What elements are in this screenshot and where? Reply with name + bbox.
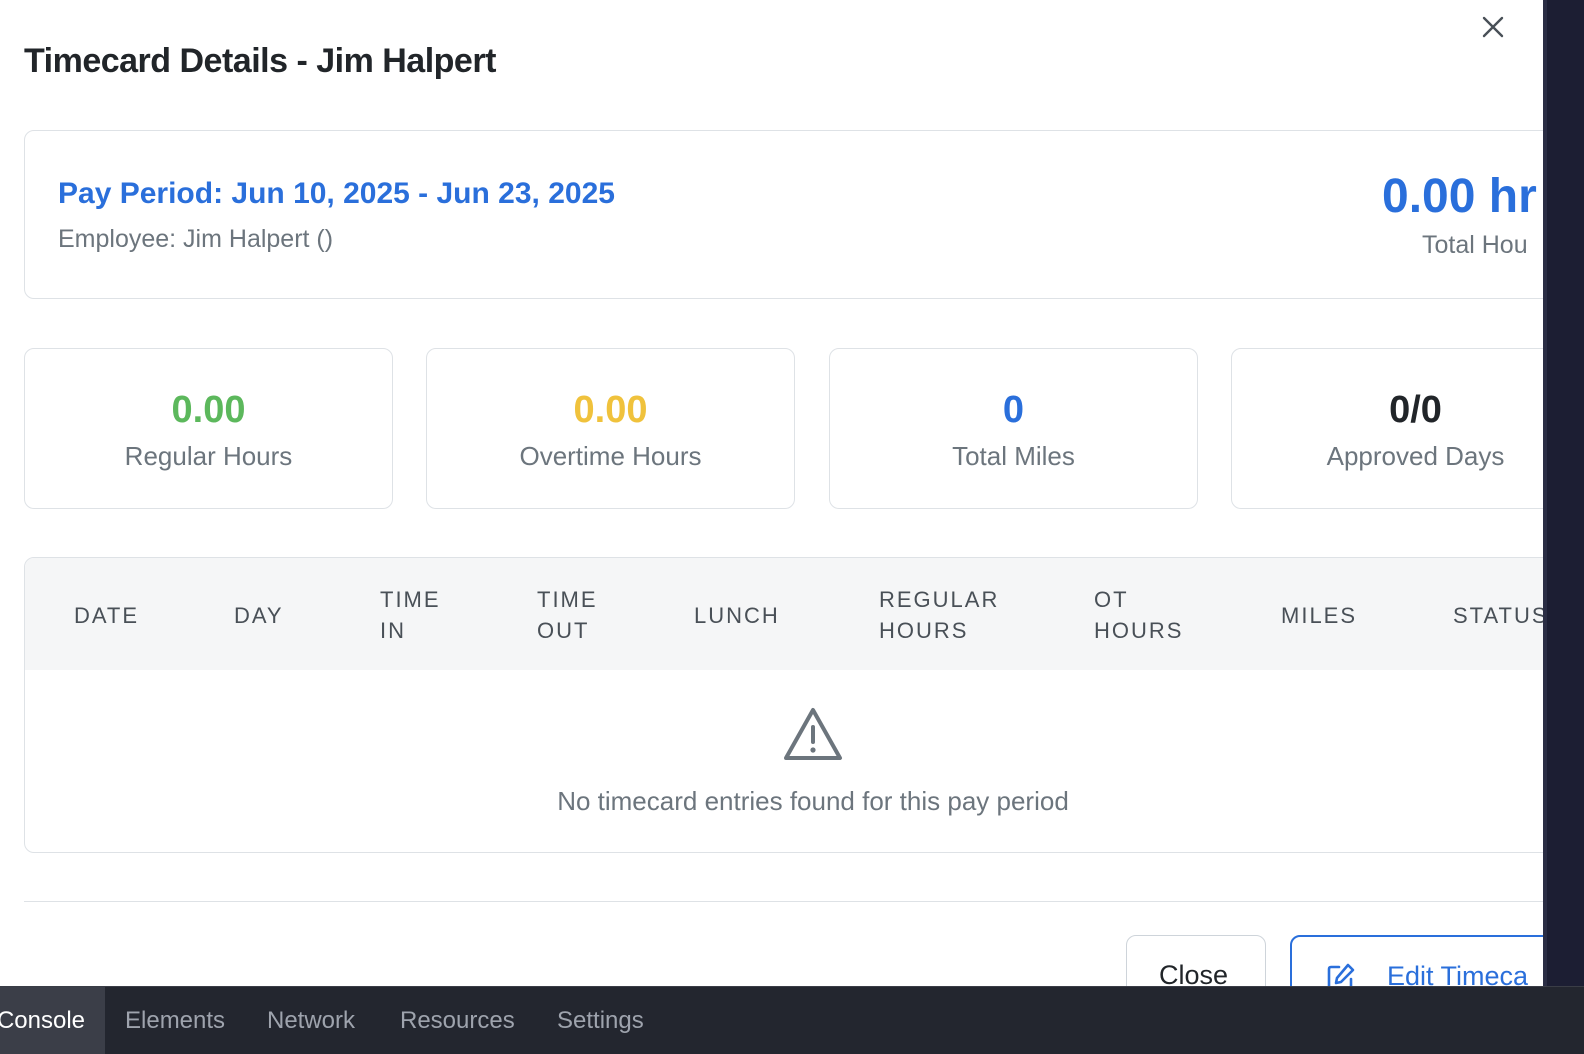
stat-label: Total Miles <box>952 441 1075 471</box>
devtools-tab-network[interactable]: Network <box>267 987 355 1054</box>
column-header-status: STATUS <box>1453 603 1543 628</box>
stat-value: 0 <box>1002 389 1025 431</box>
column-header-time-out: TIME OUT <box>537 587 598 643</box>
table-header: DATE DAY TIME IN TIME OUT LUNCH REGULAR HOU… <box>25 558 1543 670</box>
empty-state-message: No timecard entries found for this pay p… <box>557 786 1069 816</box>
close-button-label: Close <box>1159 960 1229 986</box>
stat-label: Overtime Hours <box>519 441 702 471</box>
devtools-tab-console[interactable]: Console <box>0 987 105 1054</box>
column-header-ot-hours: OT HOURS <box>1094 587 1184 643</box>
column-header-lunch: LUNCH <box>694 603 780 628</box>
edit-timecard-button[interactable]: Edit Timeca <box>1290 935 1543 986</box>
stat-label: Approved Days <box>1326 441 1505 471</box>
stat-label: Regular Hours <box>124 441 293 471</box>
stat-value: 0/0 <box>1389 389 1442 431</box>
footer-divider <box>24 901 1543 902</box>
column-header-date: DATE <box>74 603 140 628</box>
column-header-regular-hours: REGULAR HOURS <box>879 587 1000 643</box>
stat-card-overtime-hours: 0.00 Overtime Hours <box>426 348 795 509</box>
employee-label: Employee: Jim Halpert () <box>58 225 334 253</box>
column-header-miles: MILES <box>1281 603 1358 628</box>
modal-title: Timecard Details - Jim Halpert <box>24 42 496 80</box>
total-hours-value: 0.00 hr <box>1382 170 1537 223</box>
column-header-day: DAY <box>234 603 284 628</box>
stat-card-total-miles: 0 Total Miles <box>829 348 1198 509</box>
warning-triangle-icon <box>782 706 844 764</box>
edit-pencil-icon <box>1325 961 1357 986</box>
modal-backdrop <box>1543 0 1584 986</box>
stat-value: 0.00 <box>573 389 648 431</box>
total-hours-label: Total Hou <box>1422 231 1528 259</box>
devtools-bar: Console Elements Network Resources Setti… <box>0 986 1584 1054</box>
close-button[interactable]: Close <box>1126 935 1266 986</box>
pay-period-title: Pay Period: Jun 10, 2025 - Jun 23, 2025 <box>58 177 615 210</box>
edit-timecard-label: Edit Timeca <box>1387 961 1529 986</box>
stat-value: 0.00 <box>171 389 246 431</box>
stat-card-approved-days: 0/0 Approved Days <box>1231 348 1543 509</box>
devtools-tab-resources[interactable]: Resources <box>400 987 515 1054</box>
column-header-time-in: TIME IN <box>380 587 441 643</box>
devtools-tab-elements[interactable]: Elements <box>125 987 225 1054</box>
timecard-table: DATE DAY TIME IN TIME OUT LUNCH REGULAR HOU… <box>24 557 1543 853</box>
devtools-tab-settings[interactable]: Settings <box>557 987 644 1054</box>
timecard-details-modal: Timecard Details - Jim Halpert Pay Perio… <box>0 0 1543 986</box>
stat-card-regular-hours: 0.00 Regular Hours <box>24 348 393 509</box>
pay-period-card: Pay Period: Jun 10, 2025 - Jun 23, 2025 … <box>24 130 1543 299</box>
close-icon[interactable] <box>1478 12 1508 42</box>
